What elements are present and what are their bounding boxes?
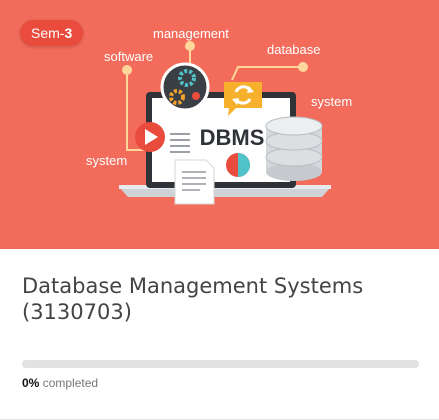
course-title-line2: (3130703): [22, 300, 132, 324]
course-title[interactable]: Database Management Systems (3130703): [22, 273, 422, 325]
progress-percent: 0%: [22, 376, 40, 390]
progress-status: 0% completed: [22, 376, 98, 390]
course-title-line1: Database Management Systems: [22, 274, 364, 298]
label-database: database: [267, 42, 321, 57]
screen-dbms-text: DBMS: [200, 125, 265, 150]
progress-label: completed: [42, 376, 99, 390]
pie-chart-icon: [226, 153, 250, 177]
course-card[interactable]: DBMS management database software system…: [0, 0, 439, 420]
label-system-left: system: [86, 153, 127, 168]
semester-badge: Sem-3: [20, 20, 84, 46]
semester-number: 3: [64, 25, 73, 41]
document-icon: [174, 159, 215, 205]
play-icon: [135, 122, 165, 152]
database-icon: [265, 116, 323, 181]
label-system-right: system: [311, 94, 352, 109]
progress-bar: [22, 360, 419, 368]
label-management: management: [153, 26, 229, 41]
gears-icon: [160, 62, 210, 112]
semester-prefix: Sem-: [31, 25, 65, 41]
course-card-body: Database Management Systems (3130703) 0%…: [0, 249, 439, 419]
label-software: software: [104, 49, 153, 64]
